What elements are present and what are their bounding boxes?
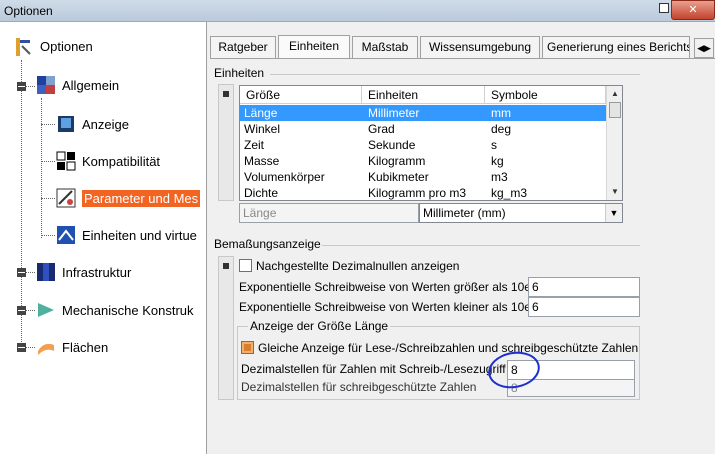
display-icon <box>56 114 76 134</box>
units-table: Größe Einheiten Symbole Länge Millimeter… <box>239 85 623 201</box>
dimension-grip <box>218 256 234 400</box>
tree-item-flaechen[interactable]: Flächen <box>36 337 108 357</box>
scroll-thumb[interactable] <box>609 102 621 118</box>
tab-massstab[interactable]: Maßstab <box>352 36 418 58</box>
tree-item-kompatibilitaet[interactable]: Kompatibilität <box>56 151 160 171</box>
units-icon <box>56 225 76 245</box>
tree-item-infrastruktur[interactable]: Infrastruktur <box>36 262 131 282</box>
scroll-up-icon[interactable]: ▲ <box>607 86 622 102</box>
title-bar: Optionen ✕ <box>0 0 715 22</box>
options-root-icon <box>14 36 34 56</box>
general-settings-icon <box>36 75 56 95</box>
tab-bar: Ratgeber Einheiten Maßstab Wissensumgebu… <box>210 35 690 59</box>
options-tree: Optionen Allgemein Anzeige Kompatibilitä… <box>0 22 207 454</box>
col-header-symbole[interactable]: Symbole <box>485 86 606 104</box>
same-display-label: Gleiche Anzeige für Lese-/Schreibzahlen … <box>258 341 639 355</box>
compatibility-icon <box>56 151 76 171</box>
unit-select[interactable]: Millimeter (mm) ▼ <box>419 203 623 223</box>
exp-greater-label: Exponentielle Schreibweise von Werten gr… <box>239 280 538 294</box>
expand-mechanische-icon[interactable] <box>17 306 26 315</box>
table-row[interactable]: Masse Kilogramm kg <box>240 153 606 169</box>
mechanical-design-icon <box>36 300 56 320</box>
tab-scroll-button[interactable]: ◀▶ <box>694 38 714 58</box>
ro-decimals-label: Dezimalstellen für schreibgeschützte Zah… <box>241 380 477 394</box>
table-row[interactable]: Dichte Kilogramm pro m3 kg_m3 <box>240 185 606 200</box>
exp-smaller-label: Exponentielle Schreibweise von Werten kl… <box>239 300 535 314</box>
rw-decimals-label: Dezimalstellen für Zahlen mit Schreib-/L… <box>241 362 506 376</box>
col-header-einheiten[interactable]: Einheiten <box>362 86 485 104</box>
tree-item-parameter[interactable]: Parameter und Mes <box>56 188 201 208</box>
scroll-down-icon[interactable]: ▼ <box>607 184 622 200</box>
exp-greater-input[interactable]: 6 <box>528 277 640 297</box>
tree-item-options[interactable]: Optionen <box>14 36 93 56</box>
collapse-allgemein-icon[interactable] <box>17 82 26 91</box>
same-display-checkbox[interactable] <box>241 341 254 354</box>
unit-select-value: Millimeter (mm) <box>423 206 506 220</box>
restore-icon[interactable] <box>659 3 669 13</box>
selected-quantity-field: Länge <box>239 203 419 223</box>
tree-item-anzeige[interactable]: Anzeige <box>56 114 129 134</box>
tab-einheiten[interactable]: Einheiten <box>278 35 350 59</box>
parameters-icon <box>56 188 76 208</box>
expand-infrastruktur-icon[interactable] <box>17 268 26 277</box>
col-header-groesse[interactable]: Größe <box>240 86 362 104</box>
tree-item-einheiten[interactable]: Einheiten und virtue <box>56 225 197 245</box>
table-row[interactable]: Volumenkörper Kubikmeter m3 <box>240 169 606 185</box>
trailing-zeros-label: Nachgestellte Dezimalnullen anzeigen <box>256 259 460 273</box>
expand-flaechen-icon[interactable] <box>17 343 26 352</box>
surfaces-icon <box>36 337 56 357</box>
tree-item-mechanische[interactable]: Mechanische Konstruk <box>36 300 194 320</box>
exp-smaller-input[interactable]: 6 <box>528 297 640 317</box>
tab-ratgeber[interactable]: Ratgeber <box>210 36 276 58</box>
close-button[interactable]: ✕ <box>671 0 715 20</box>
window-title: Optionen <box>4 4 53 18</box>
units-scrollbar[interactable]: ▲ ▼ <box>606 86 622 200</box>
length-group-title: Anzeige der Größe Länge <box>248 319 391 333</box>
tab-wissensumgebung[interactable]: Wissensumgebung <box>420 36 540 58</box>
tab-berichtsgenerierung[interactable]: Generierung eines Berichts <box>542 36 690 58</box>
table-row[interactable]: Winkel Grad deg <box>240 121 606 137</box>
table-row[interactable]: Länge Millimeter mm <box>240 105 606 121</box>
units-grip <box>218 84 234 201</box>
infrastructure-icon <box>36 262 56 282</box>
units-section-title: Einheiten <box>214 66 265 80</box>
chevron-down-icon[interactable]: ▼ <box>605 204 622 222</box>
tree-item-allgemein[interactable]: Allgemein <box>36 75 119 95</box>
table-row[interactable]: Zeit Sekunde s <box>240 137 606 153</box>
trailing-zeros-checkbox[interactable] <box>239 259 252 272</box>
dimension-section-title: Bemaßungsanzeige <box>214 237 321 251</box>
